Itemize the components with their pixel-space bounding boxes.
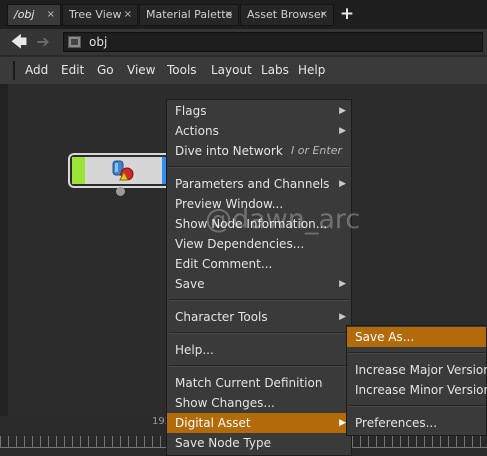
menu-layout[interactable]: Layout <box>211 57 252 84</box>
menu-go[interactable]: Go <box>97 57 114 84</box>
menu-item-parameters-and-channels[interactable]: Parameters and Channels ▶ <box>167 174 351 194</box>
submenu-item-increase-minor-version[interactable]: Increase Minor Version <box>347 380 487 400</box>
menu-item-label: Save Node Type <box>175 436 271 450</box>
menu-separator <box>169 332 349 334</box>
tab-tree-view[interactable]: Tree View × <box>62 4 138 26</box>
submenu-item-preferences[interactable]: Preferences... <box>347 413 486 433</box>
path-value: obj <box>89 35 108 49</box>
menu-item-label: Actions <box>175 124 219 138</box>
menu-item-help[interactable]: Help... <box>167 340 351 360</box>
menu-labs[interactable]: Labs <box>261 57 289 84</box>
menu-item-show-changes[interactable]: Show Changes... <box>167 393 351 413</box>
submenu-item-save-as[interactable]: Save As... <box>347 327 486 347</box>
node-context-menu: Flags ▶ Actions ▶ Dive into Network I or… <box>166 99 352 456</box>
menu-item-match-current-definition[interactable]: Match Current Definition <box>167 373 351 393</box>
close-icon[interactable]: × <box>124 5 132 25</box>
left-strip <box>0 84 8 456</box>
submenu-arrow-icon: ▶ <box>339 279 346 289</box>
submenu-item-increase-major-version[interactable]: Increase Major Version <box>347 360 487 380</box>
close-icon[interactable]: × <box>225 5 233 25</box>
submenu-arrow-icon: ▶ <box>339 126 346 136</box>
menu-separator <box>169 299 349 301</box>
menu-item-label: Flags <box>175 104 207 118</box>
menu-separator <box>169 365 349 367</box>
watermark-text: @dawn_arc <box>205 204 361 235</box>
menu-item-label: Edit Comment... <box>175 257 273 271</box>
menu-item-actions[interactable]: Actions ▶ <box>167 121 351 141</box>
tab-obj[interactable]: /obj × <box>7 4 61 26</box>
menu-item-character-tools[interactable]: Character Tools ▶ <box>167 307 351 327</box>
tab-label: Material Palette <box>146 8 233 21</box>
subnet-node[interactable] <box>68 153 172 188</box>
menu-item-edit-comment[interactable]: Edit Comment... <box>167 254 351 274</box>
menu-item-label: Save As... <box>355 330 415 344</box>
menu-item-label: Character Tools <box>175 310 268 324</box>
menu-item-label: View Dependencies... <box>175 237 305 251</box>
menu-item-label: Save <box>175 277 205 291</box>
back-arrow-icon[interactable]: 🡄 <box>9 32 29 52</box>
asset-shapes-icon <box>112 160 134 181</box>
tab-asset-browser[interactable]: Asset Browser × <box>240 4 334 26</box>
menu-view[interactable]: View <box>127 57 155 84</box>
menu-item-label: Match Current Definition <box>175 376 323 390</box>
menu-item-digital-asset[interactable]: Digital Asset ▶ <box>167 413 351 433</box>
close-icon[interactable]: × <box>47 5 55 25</box>
menu-separator <box>169 166 349 168</box>
menu-item-save-node-type[interactable]: Save Node Type <box>167 433 351 453</box>
network-icon <box>68 36 81 48</box>
menu-tools[interactable]: Tools <box>167 57 197 84</box>
close-icon[interactable]: × <box>320 5 328 25</box>
network-menu-bar: Add Edit Go View Tools Layout Labs Help <box>0 57 487 84</box>
menu-item-save[interactable]: Save ▶ <box>167 274 351 294</box>
submenu-arrow-icon: ▶ <box>339 418 346 428</box>
forward-arrow-icon[interactable]: ➔ <box>33 32 53 52</box>
menu-item-label: Help... <box>175 343 214 357</box>
menu-help[interactable]: Help <box>298 57 325 84</box>
menu-item-label: Show Changes... <box>175 396 275 410</box>
digital-asset-submenu: Save As... Increase Major Version Increa… <box>346 325 487 436</box>
menu-item-label: Preferences... <box>355 416 438 430</box>
node-output-connector[interactable] <box>116 187 125 196</box>
path-bar: 🡄 ➔ obj <box>0 29 487 55</box>
submenu-arrow-icon: ▶ <box>339 106 346 116</box>
shortcut-hint: I or Enter <box>290 144 342 157</box>
tab-material-palette[interactable]: Material Palette × <box>139 4 239 26</box>
tab-label: Asset Browser <box>247 8 326 21</box>
menu-item-label: Increase Major Version <box>355 363 487 377</box>
submenu-arrow-icon: ▶ <box>339 312 346 322</box>
submenu-arrow-icon: ▶ <box>339 179 346 189</box>
menu-item-label: Digital Asset <box>175 416 251 430</box>
menu-item-label: Dive into Network <box>175 144 283 158</box>
node-display-flag[interactable] <box>72 157 85 184</box>
menu-edit[interactable]: Edit <box>61 57 84 84</box>
menu-separator <box>349 352 485 354</box>
menu-add[interactable]: Add <box>25 57 48 84</box>
node-body[interactable] <box>85 157 162 184</box>
toolbar-grip <box>13 61 15 80</box>
pane-tab-bar: /obj × Tree View × Material Palette × As… <box>0 0 487 29</box>
tab-label: /obj <box>14 8 35 21</box>
menu-item-flags[interactable]: Flags ▶ <box>167 101 351 121</box>
menu-item-view-dependencies[interactable]: View Dependencies... <box>167 234 351 254</box>
tab-label: Tree View <box>69 8 122 21</box>
add-tab-button[interactable]: + <box>338 3 356 25</box>
menu-item-label: Increase Minor Version <box>355 383 487 397</box>
network-path-field[interactable]: obj <box>63 32 483 52</box>
menu-item-label: Parameters and Channels <box>175 177 330 191</box>
menu-item-dive-into-network[interactable]: Dive into Network I or Enter <box>167 141 351 161</box>
menu-separator <box>349 405 485 407</box>
